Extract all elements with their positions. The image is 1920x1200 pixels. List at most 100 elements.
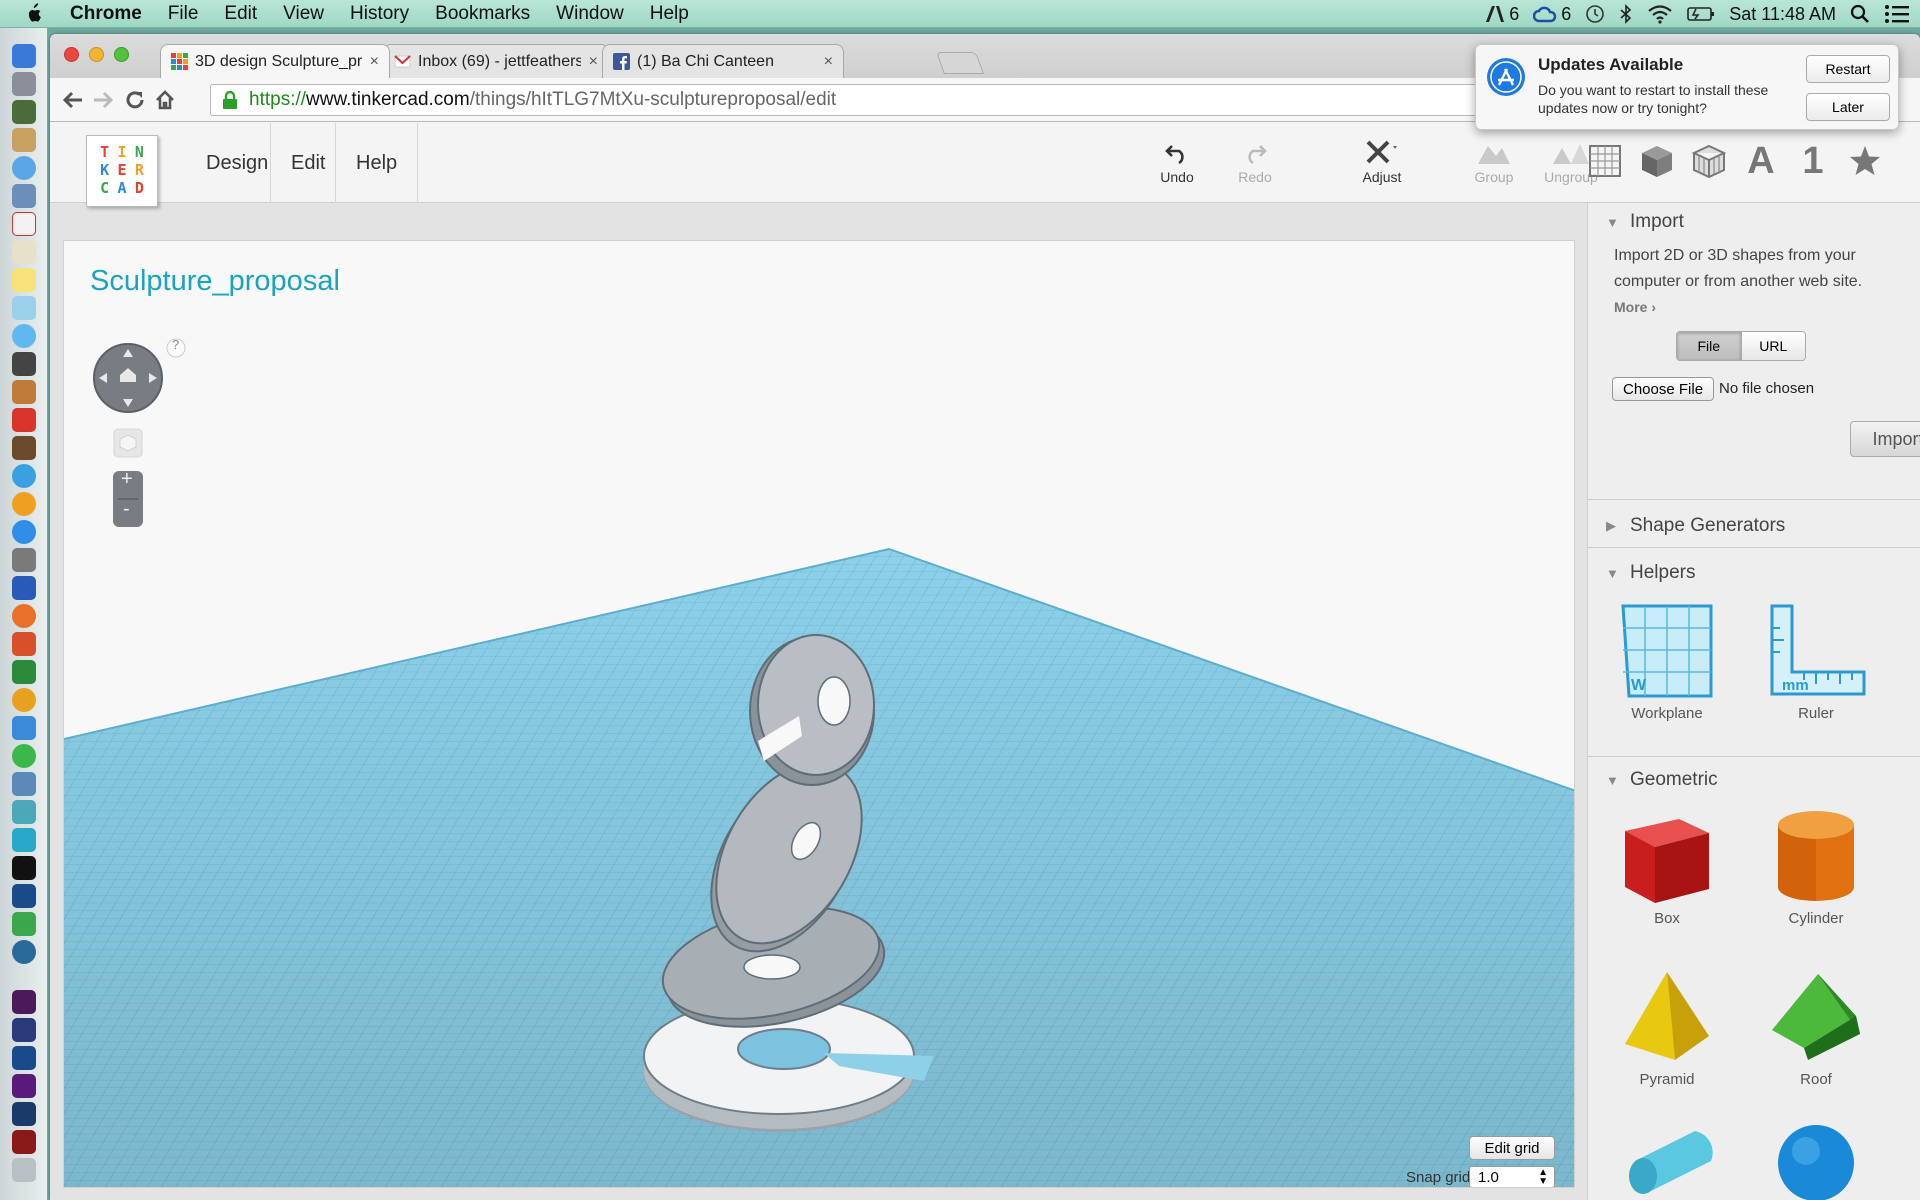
menu-history[interactable]: History <box>350 3 409 25</box>
stickies-icon[interactable] <box>12 268 36 292</box>
undo-button[interactable]: Undo <box>1142 137 1212 193</box>
incopy-icon[interactable] <box>12 990 36 1014</box>
import-more-link[interactable]: More › <box>1614 299 1656 315</box>
wifi-icon[interactable] <box>1647 4 1673 24</box>
time-machine-icon[interactable] <box>1585 4 1605 24</box>
shape-roof[interactable]: Roof <box>1751 961 1881 1088</box>
contacts-icon[interactable] <box>12 128 36 152</box>
number-shapes-tab[interactable]: 1 <box>1793 140 1833 182</box>
tab-close-icon[interactable]: × <box>589 53 598 71</box>
photoshop-icon[interactable] <box>12 884 36 908</box>
group-button[interactable]: Group <box>1459 137 1529 193</box>
bluetooth-icon[interactable] <box>1619 4 1633 24</box>
excel-icon[interactable] <box>12 660 36 684</box>
shape-workplane[interactable]: W Workplane <box>1602 595 1732 722</box>
ibooks-icon[interactable] <box>12 492 36 516</box>
new-tab-button[interactable] <box>935 52 985 74</box>
cloud-status[interactable]: 6 <box>1533 4 1571 25</box>
solid-shapes-tab[interactable] <box>1637 141 1677 181</box>
spotlight-search-icon[interactable] <box>1850 4 1870 24</box>
shape-round-roof[interactable] <box>1602 1121 1732 1200</box>
shape-box[interactable]: Box <box>1602 800 1732 927</box>
zoom-window-button[interactable] <box>114 47 129 62</box>
menu-help-app[interactable]: Help <box>335 123 419 203</box>
tab-facebook[interactable]: (1) Ba Chi Canteen × <box>602 44 844 78</box>
import-file-tab[interactable]: File <box>1677 332 1741 360</box>
system-preferences-icon[interactable] <box>12 548 36 572</box>
mail-icon[interactable] <box>12 184 36 208</box>
menu-file[interactable]: File <box>168 3 199 25</box>
c-app-icon[interactable] <box>12 828 36 852</box>
chrome-icon[interactable] <box>12 744 36 768</box>
photos-icon[interactable] <box>12 716 36 740</box>
help-mark[interactable]: ? <box>172 337 179 352</box>
terminal-icon[interactable] <box>12 856 36 880</box>
indesign-icon[interactable] <box>12 1018 36 1042</box>
symbol-shapes-tab[interactable] <box>1845 141 1885 181</box>
flash-icon[interactable] <box>12 1130 36 1154</box>
edit-grid-button[interactable]: Edit grid <box>1469 1136 1555 1160</box>
shape-ruler[interactable]: mm Ruler <box>1751 595 1881 722</box>
minimize-window-button[interactable] <box>89 47 104 62</box>
geometric-header[interactable]: ▼ Geometric <box>1606 769 1718 791</box>
later-button[interactable]: Later <box>1806 93 1890 121</box>
notification-center-icon[interactable] <box>1884 4 1910 24</box>
redo-button[interactable]: Redo <box>1220 137 1290 193</box>
apple-icon[interactable] <box>22 0 56 28</box>
shape-sphere[interactable] <box>1751 1121 1881 1200</box>
import-button[interactable]: Import <box>1850 421 1920 457</box>
reload-button[interactable] <box>122 87 148 113</box>
tinkercad-logo[interactable]: T I N K E R C A D <box>86 135 158 207</box>
close-window-button[interactable] <box>64 47 79 62</box>
clock[interactable]: Sat 11:48 AM <box>1729 4 1836 25</box>
address-bar[interactable]: https:// www.tinkercad.com /things/hItTL… <box>210 84 1520 116</box>
menu-view[interactable]: View <box>283 3 324 25</box>
import-url-tab[interactable]: URL <box>1740 332 1805 360</box>
zoom-in-button[interactable]: + <box>121 468 133 491</box>
itunes-icon[interactable] <box>12 464 36 488</box>
messages-icon[interactable] <box>12 324 36 348</box>
restart-button[interactable]: Restart <box>1806 55 1890 83</box>
premiere-icon[interactable] <box>12 1074 36 1098</box>
snap-grid-select[interactable]: 1.0 ▲ ▼ <box>1469 1166 1555 1187</box>
tab-close-icon[interactable]: × <box>824 53 833 71</box>
trash-icon[interactable] <box>12 1158 36 1182</box>
menu-app-chrome[interactable]: Chrome <box>70 3 142 25</box>
orbit-control[interactable] <box>84 331 204 541</box>
choose-file-button[interactable]: Choose File <box>1612 377 1715 401</box>
tab-close-icon[interactable]: × <box>370 53 379 71</box>
tab-gmail[interactable]: Inbox (69) - jettfeathers@gmail.com × <box>383 44 609 78</box>
finder-icon[interactable] <box>12 44 36 68</box>
menu-edit[interactable]: Edit <box>224 3 257 25</box>
back-button[interactable] <box>60 87 86 113</box>
battery-icon[interactable] <box>1687 5 1715 23</box>
preview-icon[interactable] <box>12 296 36 320</box>
workplane-canvas[interactable]: Sculpture_proposal ? + - Edit grid Snap … <box>63 240 1575 1188</box>
outlook-icon[interactable] <box>12 688 36 712</box>
word-icon[interactable] <box>12 576 36 600</box>
mission-control-icon[interactable] <box>12 100 36 124</box>
shape-pyramid[interactable]: Pyramid <box>1602 961 1732 1088</box>
calendar-icon[interactable] <box>12 212 36 236</box>
powerpoint-icon[interactable] <box>12 632 36 656</box>
meshmixer-icon[interactable] <box>12 940 36 964</box>
facetime-icon[interactable] <box>12 352 36 376</box>
photobooth-icon[interactable] <box>12 408 36 432</box>
animate-icon[interactable] <box>12 1102 36 1126</box>
design-title[interactable]: Sculpture_proposal <box>90 265 340 298</box>
iphoto-icon[interactable] <box>12 436 36 460</box>
menu-window[interactable]: Window <box>556 3 624 25</box>
launchpad-icon[interactable] <box>12 72 36 96</box>
wireframe-shapes-tab[interactable] <box>1689 141 1729 181</box>
notes-icon[interactable] <box>12 240 36 264</box>
menu-bookmarks[interactable]: Bookmarks <box>435 3 530 25</box>
utorrent-icon[interactable] <box>12 912 36 936</box>
forward-button[interactable] <box>90 87 116 113</box>
safari-icon[interactable] <box>12 156 36 180</box>
shape-cylinder[interactable]: Cylinder <box>1751 800 1881 927</box>
adobe-status[interactable]: 6 <box>1485 4 1519 25</box>
grid-shapes-tab[interactable] <box>1585 141 1625 181</box>
dropbox-icon[interactable] <box>12 800 36 824</box>
maps-icon[interactable] <box>12 772 36 796</box>
import-section-header[interactable]: ▼ Import <box>1606 211 1684 233</box>
